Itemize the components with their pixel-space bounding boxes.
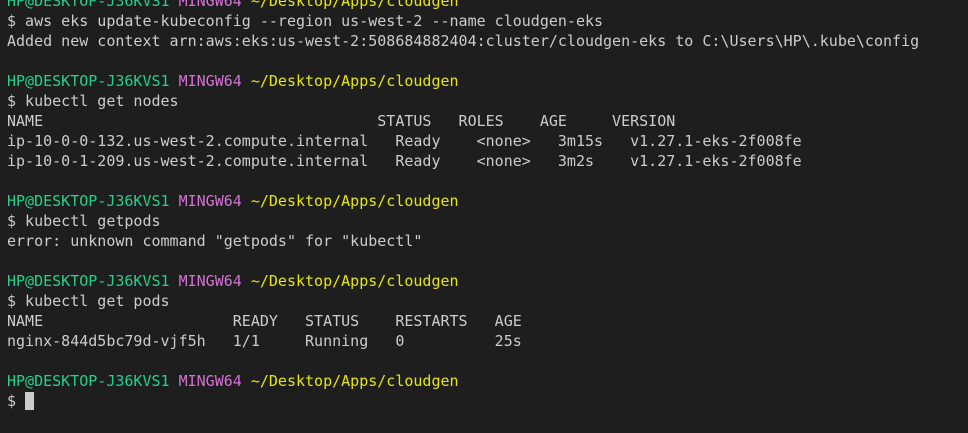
command-line: $ kubectl get nodes xyxy=(7,92,179,110)
prompt-shell: MINGW64 xyxy=(178,0,242,10)
command-line: $ kubectl get pods xyxy=(7,292,170,310)
prompt-cwd: ~/Desktop/Apps/cloudgen xyxy=(250,272,459,290)
command-line: $ aws eks update-kubeconfig --region us-… xyxy=(7,12,604,30)
prompt-line: HP@DESKTOP-J36KVS1 MINGW64 ~/Desktop/App… xyxy=(7,0,968,11)
terminal-scrollback: HP@DESKTOP-J36KVS1 MINGW64 ~/Desktop/App… xyxy=(7,0,968,411)
prompt-user-host: HP@DESKTOP-J36KVS1 xyxy=(7,72,170,90)
prompt-symbol: $ xyxy=(7,392,17,410)
prompt-user-host: HP@DESKTOP-J36KVS1 xyxy=(7,0,170,10)
prompt-line: HP@DESKTOP-J36KVS1 MINGW64 ~/Desktop/App… xyxy=(7,71,968,91)
prompt-line: HP@DESKTOP-J36KVS1 MINGW64 ~/Desktop/App… xyxy=(7,371,968,391)
prompt-line: HP@DESKTOP-J36KVS1 MINGW64 ~/Desktop/App… xyxy=(7,271,968,291)
command-line: $ kubectl getpods xyxy=(7,212,161,230)
output-line: Added new context arn:aws:eks:us-west-2:… xyxy=(7,32,920,50)
prompt-cwd: ~/Desktop/Apps/cloudgen xyxy=(250,372,459,390)
prompt-user-host: HP@DESKTOP-J36KVS1 xyxy=(7,272,170,290)
prompt-cwd: ~/Desktop/Apps/cloudgen xyxy=(250,0,459,10)
pods-table-row: nginx-844d5bc79d-vjf5h 1/1 Running 0 25s xyxy=(7,332,522,350)
pods-table-header: NAME READY STATUS RESTARTS AGE xyxy=(7,312,522,330)
prompt-shell: MINGW64 xyxy=(178,72,242,90)
prompt-user-host: HP@DESKTOP-J36KVS1 xyxy=(7,192,170,210)
error-line: error: unknown command "getpods" for "ku… xyxy=(7,232,423,250)
nodes-table-row: ip-10-0-1-209.us-west-2.compute.internal… xyxy=(7,152,802,170)
prompt-cwd: ~/Desktop/Apps/cloudgen xyxy=(250,192,459,210)
input-line[interactable]: $ xyxy=(7,391,968,411)
text-cursor xyxy=(25,392,35,410)
prompt-shell: MINGW64 xyxy=(178,192,242,210)
prompt-shell: MINGW64 xyxy=(178,372,242,390)
prompt-line: HP@DESKTOP-J36KVS1 MINGW64 ~/Desktop/App… xyxy=(7,191,968,211)
terminal-window[interactable]: HP@DESKTOP-J36KVS1 MINGW64 ~/Desktop/App… xyxy=(0,0,968,433)
prompt-user-host: HP@DESKTOP-J36KVS1 xyxy=(7,372,170,390)
prompt-cwd: ~/Desktop/Apps/cloudgen xyxy=(250,72,459,90)
nodes-table-row: ip-10-0-0-132.us-west-2.compute.internal… xyxy=(7,132,802,150)
prompt-shell: MINGW64 xyxy=(178,272,242,290)
nodes-table-header: NAME STATUS ROLES AGE VERSION xyxy=(7,112,676,130)
